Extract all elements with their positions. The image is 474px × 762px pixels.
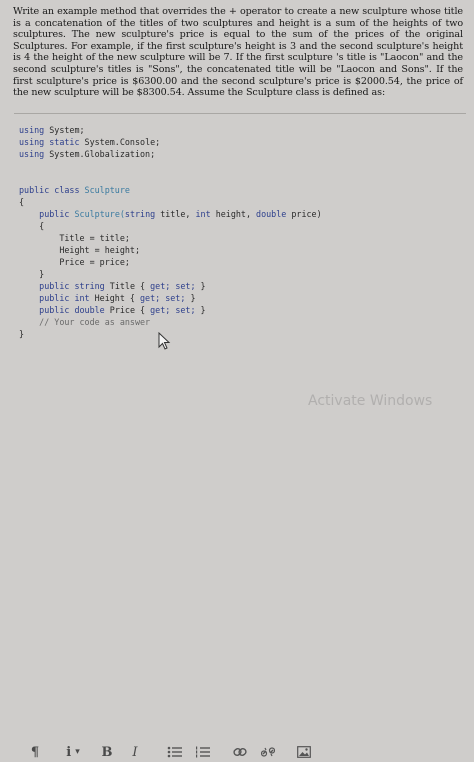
code-text: height, [210,209,257,219]
code-text: Height { [89,293,141,303]
code-line-ctor-open: { [19,220,464,232]
code-keyword: using [19,149,45,159]
unlink-button[interactable] [260,742,276,762]
divider [14,113,466,114]
code-text: System.Globalization; [44,149,156,159]
code-line-height-prop: public int Height { get; set; } [19,292,464,304]
italic-button[interactable]: I [128,742,142,762]
code-line-comment: // Your code as answer [19,316,464,328]
question-text: Write an example method that overrides t… [13,6,463,99]
activate-windows-watermark: Activate Windows [308,393,433,409]
paragraph-icon: ¶ [30,744,40,760]
code-keyword: public string [39,281,105,291]
insert-link-button[interactable] [232,742,248,762]
unlink-icon [261,747,275,757]
code-text: } [19,329,25,339]
code-line-2: using static System.Console; [19,136,464,148]
code-keyword: public int [39,293,90,303]
code-keyword: get; set; [150,305,196,315]
mouse-pointer-icon [158,331,172,350]
paragraph-format-button[interactable]: ¶ [28,742,42,762]
bullet-list-button[interactable] [166,742,182,762]
code-text: { [19,197,25,207]
code-keyword: string [124,209,156,219]
code-keyword: get; set; [150,281,196,291]
numbered-list-button[interactable] [194,742,210,762]
code-keyword: double [256,209,287,219]
insert-image-button[interactable] [296,742,312,762]
code-text: } [195,281,206,291]
numbered-list-icon [195,746,210,758]
code-line-ctor-close: } [19,268,464,280]
code-line-price-assign: Price = price; [19,256,464,268]
italic-icon: I [132,744,138,760]
code-text: Title { [104,281,151,291]
code-text: Price { [104,305,151,315]
chevron-down-icon: ▾ [75,747,80,757]
code-text: } [195,305,206,315]
code-line-open-brace: { [19,196,464,208]
code-text: } [39,269,45,279]
code-text: } [185,293,196,303]
code-line-3: using System.Globalization; [19,148,464,160]
code-comment: // Your code as answer [39,317,151,327]
code-class-name: Sculpture( [69,209,125,219]
code-text: Price = price; [59,257,130,267]
code-line-price-prop: public double Price { get; set; } [19,304,464,316]
code-line-height-assign: Height = height; [19,244,464,256]
code-line-title-assign: Title = title; [19,232,464,244]
info-dropdown-button[interactable]: i ▾ [60,742,86,762]
code-line-class: public class Sculpture [19,184,464,196]
code-keyword: int [195,209,211,219]
bold-button[interactable]: B [100,742,114,762]
code-line-title-prop: public string Title { get; set; } [19,280,464,292]
code-keyword: using [19,125,45,135]
code-line-1: using System; [19,124,464,136]
code-text: System.Console; [79,137,161,147]
code-text: System; [44,125,85,135]
code-class-name: Sculpture [79,185,130,195]
bullet-list-icon [167,746,182,758]
code-text: price) [286,209,322,219]
code-keyword: using static [19,137,80,147]
code-keyword: get; set; [140,293,186,303]
code-block: using System; using static System.Consol… [19,124,464,340]
code-keyword: public double [39,305,105,315]
code-text: Title = title; [59,233,130,243]
code-text: { [39,221,45,231]
info-icon: i [66,744,72,760]
image-icon [297,746,311,758]
code-text: title, [155,209,196,219]
code-line-class-close: } [19,328,464,340]
code-keyword: public [39,209,70,219]
code-line-constructor: public Sculpture(string title, int heigh… [19,208,464,220]
bold-icon: B [101,744,113,760]
code-keyword: public class [19,185,80,195]
link-icon [233,748,247,756]
code-text: Height = height; [59,245,141,255]
